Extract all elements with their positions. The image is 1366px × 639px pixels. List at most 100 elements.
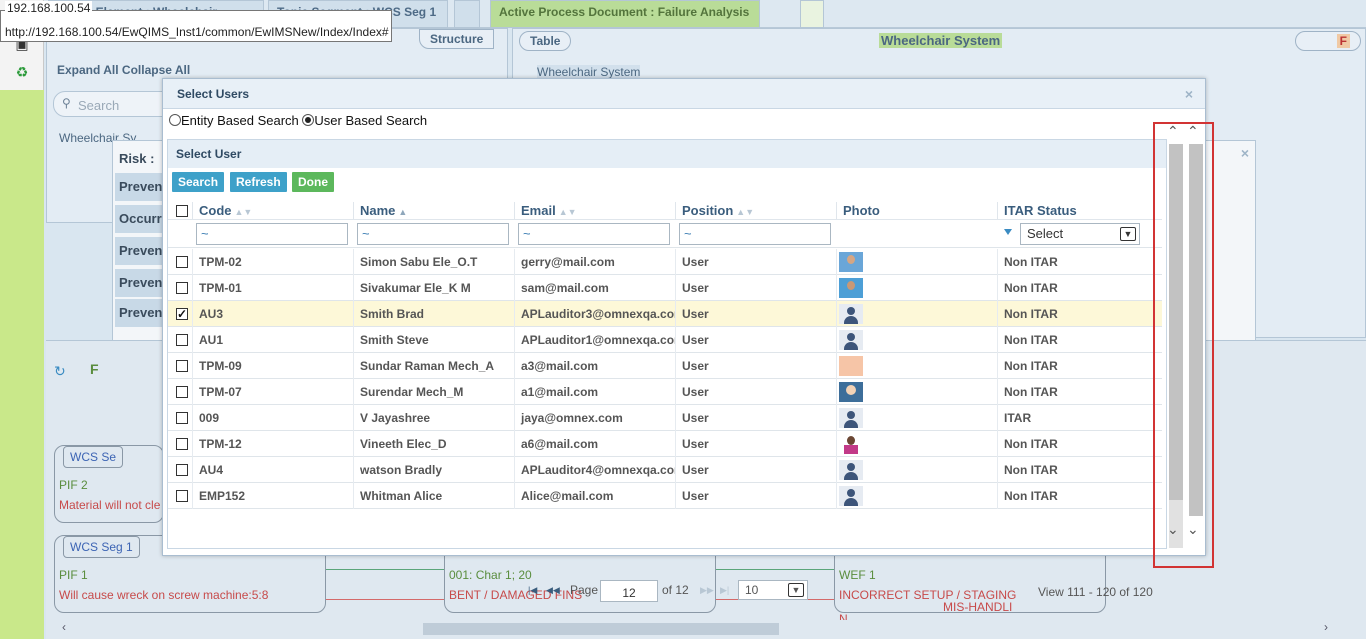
cell-name: watson Bradly [353,457,514,483]
table-row[interactable]: TPM-01 Sivakumar Ele_K Msam@mail.com User N… [168,275,1162,301]
row-checkbox[interactable] [176,386,188,398]
cell-code: TPM-12 [192,431,353,457]
cell-name: Sundar Raman Mech_A [353,353,514,379]
page-number-input[interactable]: 12 [600,580,658,602]
tree-search-placeholder: Search [78,98,120,113]
cell-position: User [675,327,836,353]
expand-all-link[interactable]: Expand All [57,63,119,77]
flow-node-wcs-seg-pif2[interactable]: WCS Se PIF 2 Material will not cle [54,445,164,523]
next-page-icon[interactable]: ▶▶ [700,585,714,596]
dialog-title: Select Users [163,79,1205,109]
back-close-icon[interactable]: × [1241,145,1249,161]
table-row[interactable]: ✓ AU3 Smith Brad APLauditor3@omnexqa.com Use… [168,301,1162,327]
back-row-2: Prevent [115,237,165,265]
refresh-icon[interactable]: ↻ [54,363,66,380]
done-button[interactable]: Done [292,172,334,192]
scroll-right-icon[interactable]: › [1324,620,1328,634]
row-checkbox[interactable] [176,464,188,476]
scroll-up-icon[interactable]: ⌃ [1167,124,1179,138]
last-page-icon[interactable]: ▶| [720,585,729,596]
user-photo-icon [839,460,863,480]
user-photo-icon [839,486,863,506]
table-row[interactable]: TPM-09 Sundar Raman Mech_A a3@mail.com User… [168,353,1162,379]
email-filter-input[interactable]: ~ [518,223,670,245]
close-icon[interactable]: × [1181,86,1197,102]
user-photo-icon [839,252,863,272]
column-name[interactable]: Name ▲ [353,202,514,220]
table-row[interactable]: AU1 Smith Steve APLauditor1@omnexqa.com Use… [168,327,1162,353]
highlighted-scrollbar-region: ⌃ ⌃ ⌄ ⌄ [1153,122,1214,568]
cell-position: User [675,249,836,275]
vertical-scrollbar[interactable] [1169,144,1183,548]
cell-code: EMP152 [192,483,353,509]
itar-filter-select[interactable]: Select ▼ [1020,223,1140,245]
structure-toggle[interactable]: Structure [419,29,495,49]
user-search-radio[interactable] [302,114,315,126]
recycle-icon[interactable]: ♻ [12,62,32,82]
scroll-down-icon-2[interactable]: ⌄ [1187,522,1199,536]
row-checkbox[interactable] [176,282,188,294]
cell-name: Smith Steve [353,327,514,353]
table-row[interactable]: AU4 watson Bradly APLauditor4@omnexqa.com U… [168,457,1162,483]
scroll-down-icon[interactable]: ⌄ [1167,522,1179,536]
table-row[interactable]: 009 V Jayashree jaya@omnex.com User ITAR [168,405,1162,431]
search-button[interactable]: Search [172,172,225,192]
column-email[interactable]: Email ▲▼ [514,202,675,220]
code-filter-input[interactable]: ~ [196,223,348,245]
add-tab-icon[interactable] [800,0,824,28]
collapse-all-link[interactable]: Collapse All [122,63,190,77]
horizontal-scroll-thumb[interactable] [423,623,779,635]
cell-code: TPM-01 [192,275,353,301]
table-row[interactable]: EMP152 Whitman Alice Alice@mail.com User Non… [168,483,1162,509]
chevron-down-icon: ▼ [1120,227,1136,241]
cell-name: Sivakumar Ele_K M [353,275,514,301]
row-checkbox[interactable] [176,360,188,372]
tab-active-process-document[interactable]: Active Process Document : Failure Analys… [490,0,760,28]
filter-funnel-icon[interactable] [1004,229,1012,235]
scroll-left-icon[interactable]: ‹ [62,620,66,634]
first-page-icon[interactable]: |◀ [528,585,537,596]
back-row-3: Prevent [115,269,165,297]
name-filter-input[interactable]: ~ [357,223,509,245]
prev-page-icon[interactable]: ◀◀ [546,585,560,596]
grid-filter-row: ~ ~ ~ ~ Select ▼ [168,220,1162,248]
flow-connector-2 [716,569,834,570]
table-toggle[interactable]: Table [519,31,572,51]
row-checkbox[interactable] [176,490,188,502]
column-photo: Photo [836,202,997,220]
row-checkbox[interactable] [176,334,188,346]
vertical-scroll-thumb-2[interactable] [1189,144,1203,516]
rows-per-page-select[interactable]: 10 ▼ [738,580,808,600]
entity-search-radio[interactable] [169,114,181,126]
position-filter-input[interactable]: ~ [679,223,831,245]
scroll-up-icon-2[interactable]: ⌃ [1187,124,1199,138]
tree-root-node[interactable]: Wheelchair System [537,65,641,79]
cell-email: gerry@mail.com [514,249,675,275]
user-search-label[interactable]: User Based Search [314,113,427,128]
select-all-checkbox[interactable] [176,205,188,217]
vertical-scroll-thumb[interactable] [1169,144,1183,500]
url-tooltip: 192.168.100.54 http://192.168.100.54/EwQ… [0,1,392,42]
column-itar-status[interactable]: ITAR Status [997,202,1158,220]
horizontal-scrollbar[interactable]: ‹ › [46,620,1346,637]
table-row[interactable]: TPM-02 Simon Sabu Ele_O.T gerry@mail.com Us… [168,249,1162,275]
row-checkbox[interactable] [176,256,188,268]
row-checkbox[interactable]: ✓ [176,308,188,320]
search-mode-radio-group: Entity Based Search User Based Search [169,113,427,131]
vertical-scrollbar-2[interactable] [1189,144,1203,516]
cell-code: TPM-02 [192,249,353,275]
refresh-button[interactable]: Refresh [230,172,287,192]
search-icon: ⚲ [62,96,71,110]
row-checkbox[interactable] [176,412,188,424]
f-pill[interactable]: F [1295,31,1361,51]
column-code[interactable]: Code ▲▼ [192,202,353,220]
table-row[interactable]: TPM-12 Vineeth Elec_D a6@mail.com User Non I… [168,431,1162,457]
document-icon[interactable] [454,0,480,28]
entity-search-label[interactable]: Entity Based Search [181,113,299,128]
column-position[interactable]: Position ▲▼ [675,202,836,220]
table-row[interactable]: TPM-07 Surendar Mech_M a1@mail.com User Non … [168,379,1162,405]
system-title: Wheelchair System [879,33,1003,48]
cell-position: User [675,379,836,405]
user-photo-icon [839,382,863,402]
row-checkbox[interactable] [176,438,188,450]
